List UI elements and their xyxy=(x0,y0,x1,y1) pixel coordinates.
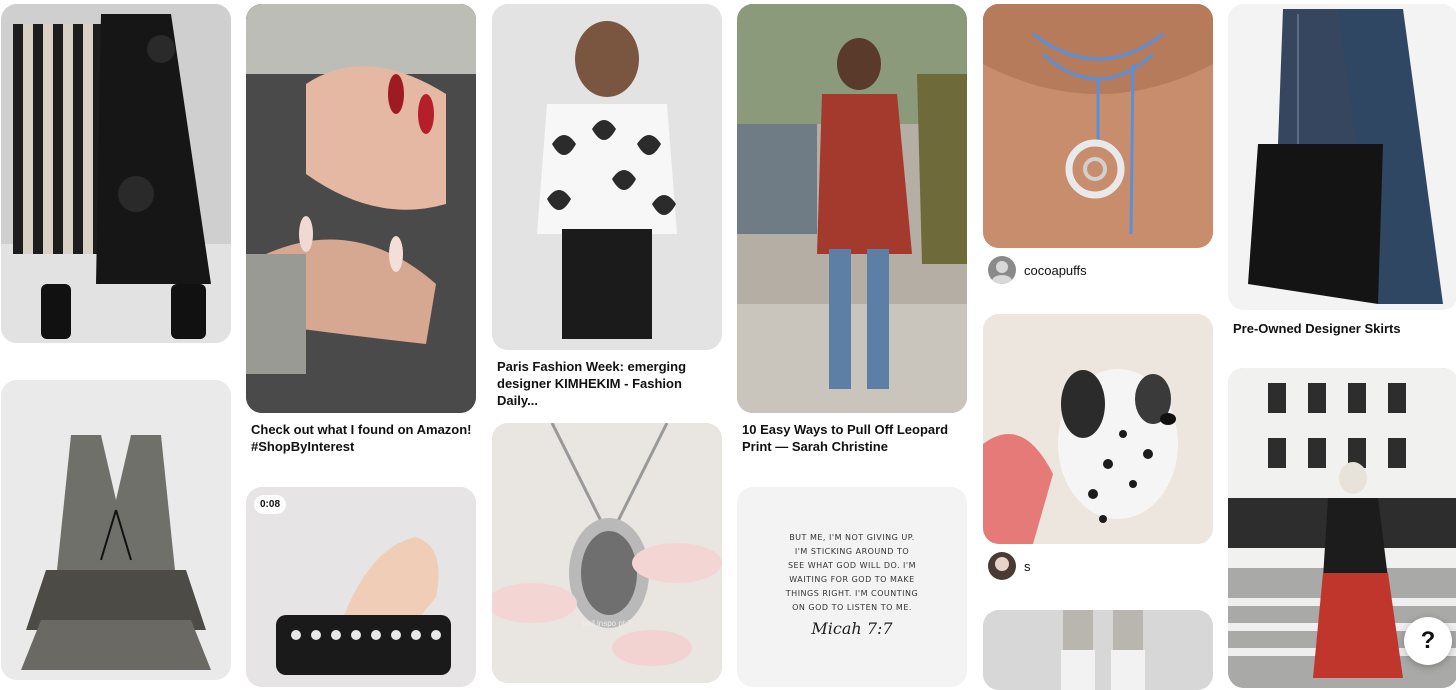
pendant-overlay-text: nail inspo pt:7 xyxy=(582,619,632,628)
striped-skirt-image xyxy=(1,4,231,343)
help-button[interactable]: ? xyxy=(1404,617,1452,665)
avatar xyxy=(988,552,1016,580)
nails-image xyxy=(246,4,476,413)
quote-text: BUT ME, I'M NOT GIVING UP. I'M STICKING … xyxy=(785,533,919,612)
paris-fashion-image xyxy=(492,4,722,350)
pin-striped-skirt[interactable] xyxy=(1,4,231,343)
necklace-image xyxy=(983,4,1213,248)
pin-paris[interactable] xyxy=(492,4,722,350)
author-name: s xyxy=(1024,558,1031,574)
pin-nails[interactable] xyxy=(246,4,476,413)
pin-denim-skirt[interactable] xyxy=(1228,4,1456,310)
pin-quote[interactable]: BUT ME, I'M NOT GIVING UP. I'M STICKING … xyxy=(737,487,967,687)
pin-necklace-author[interactable]: cocoapuffs xyxy=(988,256,1087,284)
pin-bracelet[interactable]: 0:08 xyxy=(246,487,476,687)
pin-street-style[interactable] xyxy=(737,4,967,413)
socks-image xyxy=(983,610,1213,690)
pin-street-caption[interactable]: 10 Easy Ways to Pull Off Leopard Print —… xyxy=(742,421,966,455)
video-duration-badge: 0:08 xyxy=(254,495,287,514)
pin-pendant[interactable]: nail inspo pt:7 xyxy=(492,423,722,683)
pendant-image xyxy=(492,423,722,683)
pin-dalmatian-author[interactable]: s xyxy=(988,552,1031,580)
avatar xyxy=(988,256,1016,284)
pin-necklace[interactable] xyxy=(983,4,1213,248)
pin-socks[interactable] xyxy=(983,610,1213,690)
vest-image xyxy=(1,380,231,680)
pin-denim-caption[interactable]: Pre-Owned Designer Skirts xyxy=(1233,320,1456,337)
pin-vest[interactable] xyxy=(1,380,231,680)
quote-signature: Micah 7:7 xyxy=(811,619,893,638)
street-style-image xyxy=(737,4,967,413)
pin-paris-caption[interactable]: Paris Fashion Week: emerging designer KI… xyxy=(497,358,721,409)
denim-skirt-image xyxy=(1228,4,1456,310)
bracelet-image xyxy=(246,487,476,687)
pin-nails-caption[interactable]: Check out what I found on Amazon! #ShopB… xyxy=(251,421,475,455)
pin-dalmatian[interactable] xyxy=(983,314,1213,544)
dalmatian-image xyxy=(983,314,1213,544)
author-name: cocoapuffs xyxy=(1024,262,1087,278)
